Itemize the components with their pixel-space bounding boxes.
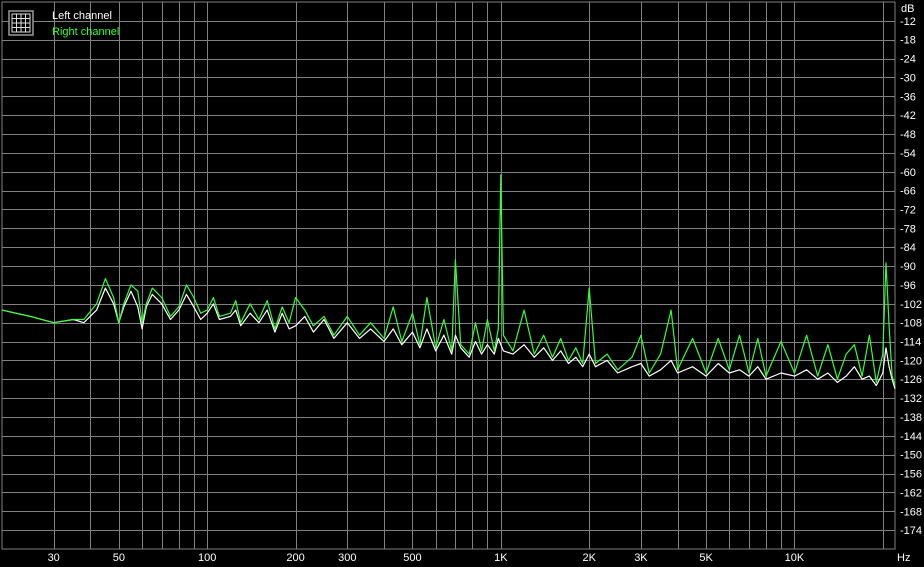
y-tick-label: -60 <box>900 167 916 179</box>
y-tick-label: -30 <box>900 72 916 84</box>
legend-label-right-channel: Right channel <box>52 26 119 38</box>
y-tick-label: -48 <box>900 129 916 141</box>
x-tick-label: 10K <box>785 552 805 564</box>
y-tick-label: -174 <box>900 525 922 537</box>
y-tick-label: -36 <box>900 91 916 103</box>
y-tick-label: -168 <box>900 506 922 518</box>
y-tick-label: -120 <box>900 355 922 367</box>
x-tick-label: 30 <box>48 552 60 564</box>
y-tick-label: -156 <box>900 469 922 481</box>
y-tick-label: -12 <box>900 16 916 28</box>
spectrum-chart: -12 -18 -24 -30 -36 -42 -48 -54 -60 -66 -72 -78 -84 -… <box>0 0 924 567</box>
x-tick-label: 100 <box>198 552 216 564</box>
y-tick-label: -162 <box>900 487 922 499</box>
spectrum-plot-svg: -12 -18 -24 -30 -36 -42 -48 -54 -60 -66 -72 -78 -84 -… <box>0 0 924 567</box>
y-tick-label: -102 <box>900 299 922 311</box>
y-tick-label: -90 <box>900 261 916 273</box>
y-tick-label: -132 <box>900 393 922 405</box>
x-tick-label: 50 <box>113 552 125 564</box>
x-tick-label: 2K <box>582 552 596 564</box>
y-tick-label: -144 <box>900 431 922 443</box>
x-tick-label: 200 <box>286 552 304 564</box>
x-tick-label: 5K <box>699 552 713 564</box>
y-tick-label: -72 <box>900 204 916 216</box>
y-tick-label: -42 <box>900 110 916 122</box>
y-tick-label: -54 <box>900 148 916 160</box>
y-tick-label: -114 <box>900 337 921 349</box>
y-tick-label: -78 <box>900 223 916 235</box>
y-tick-label: -108 <box>900 318 922 330</box>
y-tick-label: -24 <box>900 54 916 66</box>
y-tick-label: -96 <box>900 280 916 292</box>
y-tick-label: -138 <box>900 412 922 424</box>
x-tick-label: 300 <box>338 552 356 564</box>
y-tick-label: -18 <box>900 35 916 47</box>
y-tick-label: -150 <box>900 450 922 462</box>
plot-background <box>0 0 924 567</box>
legend-label-left-channel: Left channel <box>52 10 112 22</box>
y-tick-label: -84 <box>900 242 916 254</box>
y-tick-label: -66 <box>900 186 916 198</box>
x-tick-label: 3K <box>634 552 648 564</box>
x-tick-label: 1K <box>494 552 508 564</box>
y-tick-label: -126 <box>900 374 922 386</box>
x-tick-label: 500 <box>403 552 421 564</box>
x-unit-label: Hz <box>897 552 910 564</box>
y-unit-label: dB <box>901 3 914 15</box>
